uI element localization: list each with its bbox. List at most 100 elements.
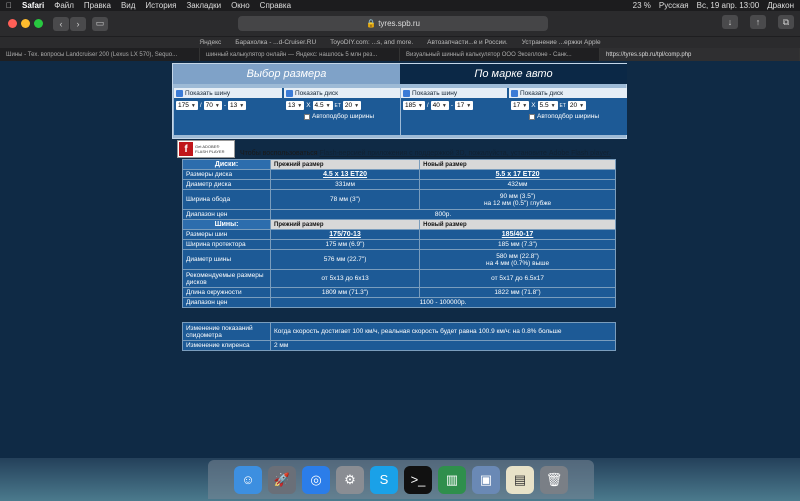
disk-diameter-select[interactable]: 13 ▼ [286,101,305,110]
zoom-window-button[interactable] [34,19,43,28]
new-size-panel: Показать шину 185 ▼/ 40 ▼ - 17 ▼ Показать ди… [401,88,627,135]
disk-width-select[interactable]: 4.5 ▼ [312,101,333,110]
sidebar-icon[interactable]: ▭ [92,16,108,31]
new-value: 432мм [419,179,616,190]
show-tire-checkbox[interactable] [403,89,410,97]
row-label: Рекомендуемые размеры дисков [182,269,271,288]
preview-icon[interactable]: ▣ [472,465,500,494]
show-disk-checkbox[interactable] [511,89,518,97]
show-disk-label: Показать диск [520,89,563,97]
price-value: 800р. [270,209,616,220]
bookmark-item[interactable]: Барахолка - ...d-Cruiser.RU [235,39,316,46]
tire-width-select[interactable]: 175 ▼ [176,101,198,110]
clock[interactable]: Вс, 19 апр. 13:00 [697,1,760,10]
disk-et-select[interactable]: 20 ▼ [567,101,587,110]
old-size-panel: Показать шину 175 ▼/ 70 ▼ - 13 ▼ Показать ди… [174,88,400,135]
old-value: 78 мм (3") [269,189,421,210]
get-flash-badge[interactable]: f Get ADOBE® FLASH PLAYER [177,140,235,158]
tabs-overview-icon[interactable]: ⧉ [778,15,794,29]
row-label: Диапазон цен [182,209,271,220]
changes-table: Изменение показаний спидометра Когда ско… [182,322,616,351]
bookmark-item[interactable]: Яндекс [199,39,221,46]
skype-icon[interactable]: S [370,465,398,494]
size-selector: Выбор размера По марке авто Показать шин… [172,63,627,139]
new-value-line: 90 мм (3.5") [499,192,536,200]
downloads-icon[interactable]: ↓ [722,15,738,29]
address-bar[interactable]: 🔒 tyres.spb.ru [238,16,548,31]
disks-section-title: Диски: [182,159,271,170]
tire-width-select[interactable]: 185 ▼ [403,101,425,110]
old-tire-cell: Показать шину 175 ▼/ 70 ▼ - 13 ▼ [174,88,282,135]
speedometer-value: Когда скорость достигает 100 км/ч, реаль… [270,322,616,341]
show-disk-checkbox[interactable] [286,89,293,97]
user-name[interactable]: Дракон [767,1,794,10]
tab-bar: Шины - Тех. вопросы Landcruiser 200 (Lex… [0,48,800,61]
bookmark-item[interactable]: Устранение ...ержки Apple [522,39,601,46]
tab-item[interactable]: шинный калькулятор онлайн — Яндекс: нашл… [200,48,400,61]
new-value: 5.5 x 17 ET20 [419,169,616,180]
url-text: tyres.spb.ru [378,19,420,28]
menu-file[interactable]: Файл [54,1,74,10]
auto-width-checkbox[interactable] [304,113,310,120]
show-tire-label: Показать шину [412,89,458,97]
disk-et-select[interactable]: 20 ▼ [342,101,362,110]
app-menu[interactable]: Safari [22,1,44,10]
share-icon[interactable]: ↑ [750,15,766,29]
auto-width-checkbox[interactable] [529,113,535,120]
finder-icon[interactable]: ☺ [234,465,262,494]
launchpad-icon[interactable]: 🚀 [268,465,296,494]
battery-status[interactable]: 23 % [633,1,651,10]
results-table: Диски: Прежний размер Новый размер Разме… [182,159,616,308]
terminal-icon[interactable]: >_ [404,465,432,494]
menu-view[interactable]: Вид [121,1,135,10]
bookmark-item[interactable]: Автозапчасти...е и России. [427,39,508,46]
menu-window[interactable]: Окно [231,1,250,10]
menu-edit[interactable]: Правка [84,1,111,10]
system-preferences-icon[interactable]: ⚙ [336,465,364,494]
tab-size-select[interactable]: Выбор размера [173,64,400,84]
tab-by-car[interactable]: По марке авто [400,64,627,84]
flash-badge-line2: FLASH PLAYER [195,149,225,154]
row-label: Размеры шин [182,229,271,240]
disk-diameter-select[interactable]: 17 ▼ [511,101,530,110]
tab-item[interactable]: Шины - Тех. вопросы Landcruiser 200 (Lex… [0,48,200,61]
flash-logo-icon: f [179,142,193,156]
tab-item[interactable]: Визуальный шинный калькулятор ООО Экселл… [400,48,600,61]
documents-folder-icon[interactable]: ▤ [506,465,534,494]
new-disk-cell: Показать диск 17 ▼ X 5.5 ▼ ET 20 ▼ Автоподбо… [509,88,627,135]
apple-icon[interactable]:  [6,1,12,10]
input-language[interactable]: Русская [659,1,689,10]
new-value-diff: на 12 мм (0.5") глубже [483,199,552,207]
flash-install-link[interactable]: Flash-версией приложения с поддержкой 3D… [319,150,610,157]
forward-icon[interactable]: › [70,16,86,31]
price-value: 1100 - 100000р. [270,297,616,308]
bookmarks-bar: Яндекс Барахолка - ...d-Cruiser.RU ToyoD… [0,36,800,48]
old-value: от 5x13 до 6x13 [269,269,421,288]
row-label: Диаметр диска [182,179,271,190]
tires-section-title: Шины: [182,219,271,230]
tire-profile-select[interactable]: 40 ▼ [430,101,449,110]
row-label: Длина окружности [182,287,271,298]
disk-width-select[interactable]: 5.5 ▼ [537,101,558,110]
tire-radius-select[interactable]: 17 ▼ [454,101,474,110]
close-window-button[interactable] [8,19,17,28]
et-label: ET [334,102,341,109]
show-disk-label: Показать диск [295,89,338,97]
numbers-icon[interactable]: ▥ [438,465,466,494]
safari-icon[interactable]: ◎ [302,465,330,494]
bookmark-item[interactable]: ToyoDIY.com: ...s, and more. [330,39,413,46]
tire-profile-select[interactable]: 70 ▼ [203,101,222,110]
show-tire-checkbox[interactable] [176,89,183,97]
tab-item-active[interactable]: https://tyres.spb.ru/tpl/comp.php [600,48,800,61]
menu-history[interactable]: История [145,1,176,10]
tire-radius-select[interactable]: 13 ▼ [227,101,247,110]
auto-width-label: Автоподбор ширины [537,113,600,120]
minimize-window-button[interactable] [21,19,30,28]
menu-bookmarks[interactable]: Закладки [186,1,221,10]
new-value: от 5x17 до 6.5x17 [419,269,616,288]
new-value: 1822 мм (71.8") [419,287,616,298]
trash-icon[interactable]: 🗑 [540,465,568,494]
back-icon[interactable]: ‹ [53,16,69,31]
menu-help[interactable]: Справка [260,1,291,10]
new-size-header: Новый размер [419,219,616,230]
